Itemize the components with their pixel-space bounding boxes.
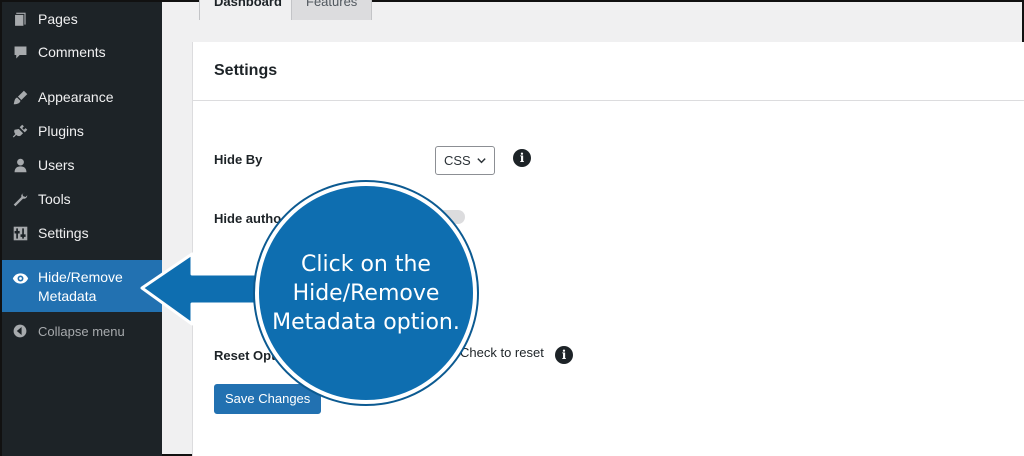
tab-features[interactable]: Features: [291, 0, 373, 20]
tab-dashboard[interactable]: Dashboard: [199, 0, 297, 20]
hide-by-select[interactable]: CSS: [435, 146, 495, 175]
page-title: Settings: [214, 62, 278, 79]
callout-bubble: Click on the Hide/Remove Metadata option…: [255, 182, 477, 404]
sidebar-item-label: Users: [38, 157, 75, 173]
info-icon[interactable]: i: [555, 346, 573, 364]
admin-sidebar: Pages Comments Appearance Plugins Users …: [2, 2, 162, 456]
sidebar-item-label: Plugins: [38, 123, 84, 139]
comment-icon: [11, 43, 29, 61]
brush-icon: [11, 88, 29, 106]
reset-checkbox-label[interactable]: Check to reset: [460, 345, 544, 360]
collapse-icon: [11, 322, 29, 340]
chevron-down-icon: [477, 158, 486, 164]
sidebar-item-label: Appearance: [38, 89, 114, 105]
pages-icon: [11, 10, 29, 28]
sidebar-item-plugins[interactable]: Plugins: [2, 118, 162, 144]
plug-icon: [11, 122, 29, 140]
user-icon: [11, 156, 29, 174]
sidebar-item-label: Settings: [38, 225, 89, 241]
sidebar-item-tools[interactable]: Tools: [2, 186, 162, 212]
sidebar-item-label: Comments: [38, 44, 106, 60]
sidebar-item-label: Pages: [38, 11, 78, 27]
hide-author-label: Hide autho: [214, 211, 282, 226]
sliders-icon: [11, 224, 29, 242]
sidebar-item-settings[interactable]: Settings: [2, 220, 162, 246]
sidebar-item-appearance[interactable]: Appearance: [2, 84, 162, 110]
callout-text: Click on the Hide/Remove Metadata option…: [272, 251, 460, 335]
hide-by-label: Hide By: [214, 152, 263, 167]
sidebar-item-label: Collapse menu: [38, 323, 125, 339]
tab-label: Dashboard: [214, 0, 282, 9]
tab-label: Features: [306, 0, 358, 9]
hide-by-value: CSS: [444, 153, 471, 168]
sidebar-item-comments[interactable]: Comments: [2, 39, 162, 65]
panel-header: Settings: [193, 42, 1024, 101]
eye-icon: [11, 269, 29, 287]
info-icon[interactable]: i: [513, 149, 531, 167]
wrench-icon: [11, 190, 29, 208]
save-changes-button[interactable]: Save Changes: [214, 384, 322, 414]
sidebar-item-label: Tools: [38, 191, 71, 207]
sidebar-item-users[interactable]: Users: [2, 152, 162, 178]
sidebar-item-label: Hide/Remove Metadata: [38, 269, 123, 304]
sidebar-item-pages[interactable]: Pages: [2, 6, 162, 32]
